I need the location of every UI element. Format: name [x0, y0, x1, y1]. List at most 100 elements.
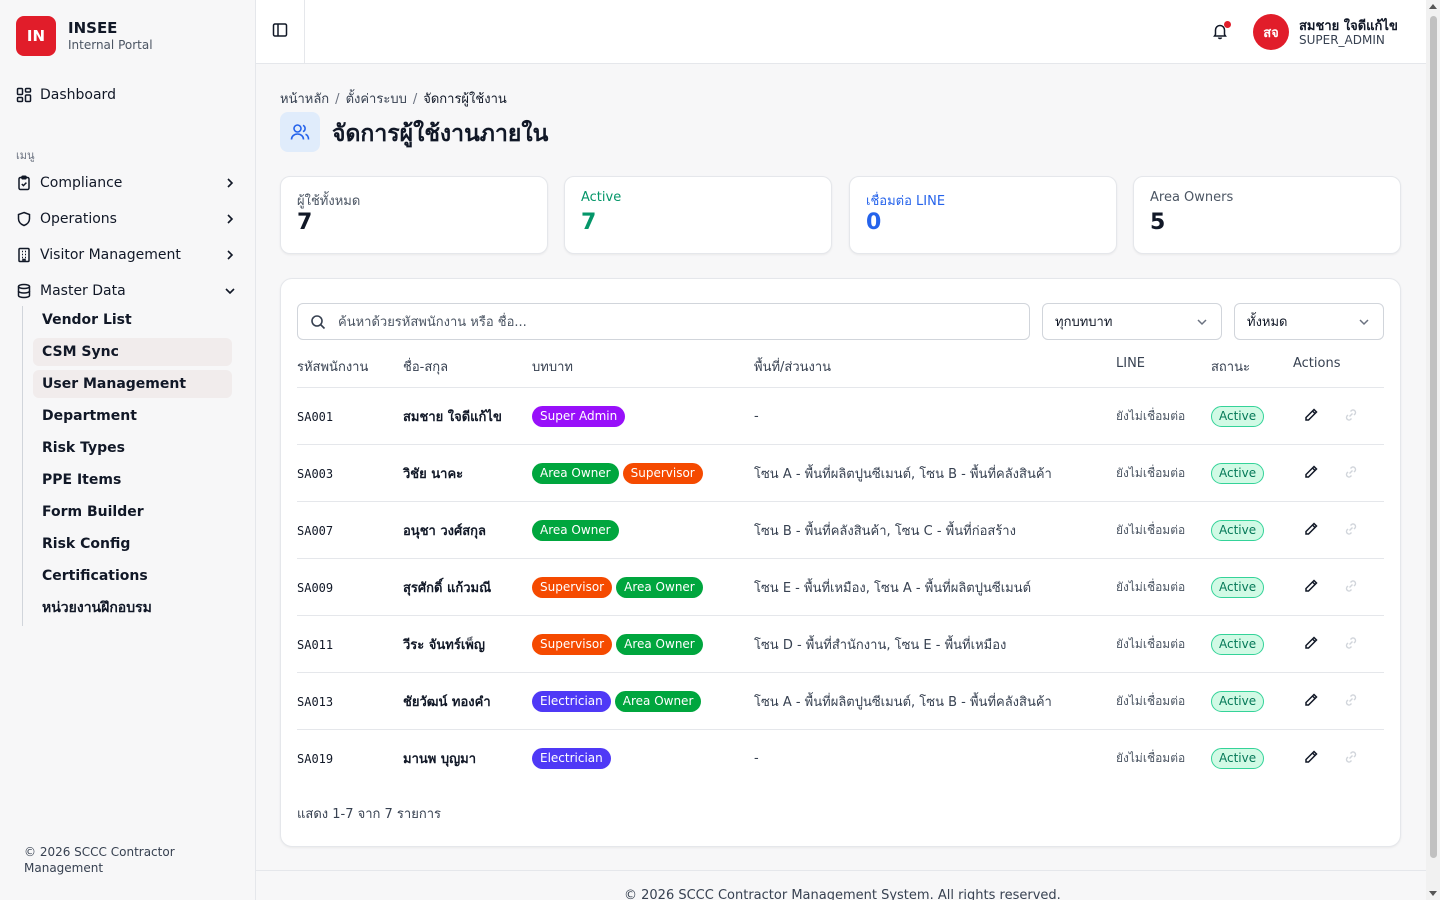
employee-code: SA001 [297, 409, 334, 424]
table-row: SA003 วิชัย นาคะ Area Owner Supervisor โซน A… [297, 444, 1384, 501]
table-row: SA019 มานพ บุญมา Electrician - ยังไม่เชื่อมต… [297, 729, 1384, 786]
link-line-button[interactable] [1339, 519, 1363, 543]
table-row: SA007 อนุชา วงศ์สกุล Area Owner โซน B - พื้… [297, 501, 1384, 558]
role-badges: Area Owner Supervisor [532, 445, 707, 502]
search-icon [310, 314, 326, 334]
sidebar-item-risk-config[interactable]: Risk Config [33, 530, 232, 558]
sidebar-item-label: Dashboard [40, 87, 116, 103]
stat-value: 5 [1150, 210, 1166, 235]
area-text: โซน E - พื้นที่เหมือง, โซน A - พื้นที่ผล… [754, 581, 1032, 596]
sidebar-item-label: Master Data [40, 283, 126, 299]
pagination-summary: แสดง 1-7 จาก 7 รายการ [297, 807, 441, 822]
link-icon [1343, 692, 1359, 712]
users-icon [280, 112, 320, 152]
breadcrumb-home[interactable]: หน้าหลัก [280, 92, 329, 107]
status-filter-select[interactable]: ทั้งหมด [1234, 303, 1384, 340]
role-badges: Electrician Area Owner [532, 673, 705, 730]
status-badge: Active [1211, 520, 1265, 541]
table-row: SA013 ชัยวัฒน์ ทองคำ Electrician Area Owner… [297, 672, 1384, 729]
pencil-icon [1303, 635, 1319, 655]
link-line-button[interactable] [1339, 690, 1363, 714]
employee-code: SA019 [297, 751, 334, 766]
stat-card-total-users: ผู้ใช้ทั้งหมด 7 [280, 176, 548, 254]
line-status: ยังไม่เชื่อมต่อ [1116, 409, 1186, 423]
sidebar-item-training-units[interactable]: หน่วยงานฝึกอบรม [33, 594, 232, 622]
sidebar-item-vendor-list[interactable]: Vendor List [33, 306, 232, 334]
role-badges: Area Owner [532, 502, 623, 559]
role-badges: Super Admin [532, 388, 629, 445]
edit-button[interactable] [1299, 633, 1323, 657]
role-badges: Electrician [532, 730, 615, 787]
page-scrollbar[interactable] [1426, 0, 1440, 900]
sidebar-item-dashboard[interactable]: Dashboard [16, 81, 242, 109]
stat-value: 0 [866, 210, 882, 235]
edit-button[interactable] [1299, 690, 1323, 714]
role-filter-select[interactable]: ทุกบทบาท [1042, 303, 1222, 340]
link-line-button[interactable] [1339, 633, 1363, 657]
column-header-code: รหัสพนักงาน [297, 360, 369, 375]
edit-button[interactable] [1299, 405, 1323, 429]
chevron-down-icon [1357, 315, 1371, 333]
notification-button[interactable] [1211, 21, 1231, 42]
link-line-button[interactable] [1339, 405, 1363, 429]
area-text: - [754, 409, 759, 424]
edit-button[interactable] [1299, 519, 1323, 543]
search-input[interactable] [338, 310, 1018, 334]
sidebar-toggle-button[interactable] [256, 0, 305, 64]
pencil-icon [1303, 692, 1319, 712]
sidebar-item-certifications[interactable]: Certifications [33, 562, 232, 590]
sidebar-item-compliance[interactable]: Compliance [16, 169, 242, 197]
user-role: SUPER_ADMIN [1299, 33, 1385, 47]
edit-button[interactable] [1299, 576, 1323, 600]
line-status: ยังไม่เชื่อมต่อ [1116, 694, 1186, 708]
link-icon [1343, 578, 1359, 598]
sidebar-item-csm-sync[interactable]: CSM Sync [33, 338, 232, 366]
role-badge: Electrician [532, 691, 611, 712]
scroll-thumb[interactable] [1430, 16, 1437, 858]
breadcrumb-settings[interactable]: ตั้งค่าระบบ [346, 92, 407, 107]
chevron-right-icon [222, 211, 238, 227]
database-icon [16, 283, 32, 299]
notification-dot [1224, 21, 1231, 28]
search-box[interactable] [297, 303, 1030, 340]
link-line-button[interactable] [1339, 576, 1363, 600]
column-header-role: บทบาท [532, 360, 573, 375]
stat-label: ผู้ใช้ทั้งหมด [297, 194, 361, 209]
area-text: โซน B - พื้นที่คลังสินค้า, โซน C - พื้นท… [754, 524, 1016, 539]
status-filter-value: ทั้งหมด [1247, 315, 1288, 330]
link-icon [1343, 407, 1359, 427]
page-footer: © 2026 SCCC Contractor Management System… [256, 870, 1426, 900]
sidebar-item-ppe-items[interactable]: PPE Items [33, 466, 232, 494]
edit-button[interactable] [1299, 462, 1323, 486]
brand-subtitle: Internal Portal [68, 38, 153, 52]
scroll-down-arrow[interactable] [1429, 891, 1437, 896]
edit-button[interactable] [1299, 747, 1323, 771]
line-status: ยังไม่เชื่อมต่อ [1116, 466, 1186, 480]
employee-code: SA013 [297, 694, 334, 709]
link-line-button[interactable] [1339, 747, 1363, 771]
copyright-text: © 2026 SCCC Contractor Management System… [624, 888, 1061, 900]
role-badges: Supervisor Area Owner [532, 559, 707, 616]
sidebar-item-label: Visitor Management [40, 247, 181, 263]
employee-code: SA009 [297, 580, 334, 595]
role-badge: Supervisor [622, 463, 703, 484]
scroll-up-arrow[interactable] [1429, 4, 1437, 9]
sidebar-item-user-management[interactable]: User Management [33, 370, 232, 398]
sidebar-item-form-builder[interactable]: Form Builder [33, 498, 232, 526]
brand[interactable]: IN INSEE Internal Portal [16, 16, 153, 56]
sidebar-item-operations[interactable]: Operations [16, 205, 242, 233]
employee-name: สมชาย ใจดีแก้ไข [403, 410, 502, 425]
sidebar-item-master-data[interactable]: Master Data [16, 277, 242, 305]
avatar[interactable]: สจ [1253, 14, 1289, 50]
brand-logo: IN [16, 16, 56, 56]
role-badge: Area Owner [616, 577, 703, 598]
sidebar-item-visitor-management[interactable]: Visitor Management [16, 241, 242, 269]
role-badge: Area Owner [532, 463, 619, 484]
role-badge: Supervisor [532, 577, 613, 598]
stat-card-active: Active 7 [564, 176, 832, 254]
table-row: SA011 วีระ จันทร์เพ็ญ Supervisor Area Owner… [297, 615, 1384, 672]
sidebar-item-department[interactable]: Department [33, 402, 232, 430]
panel-left-icon [272, 22, 288, 42]
sidebar-item-risk-types[interactable]: Risk Types [33, 434, 232, 462]
link-line-button[interactable] [1339, 462, 1363, 486]
